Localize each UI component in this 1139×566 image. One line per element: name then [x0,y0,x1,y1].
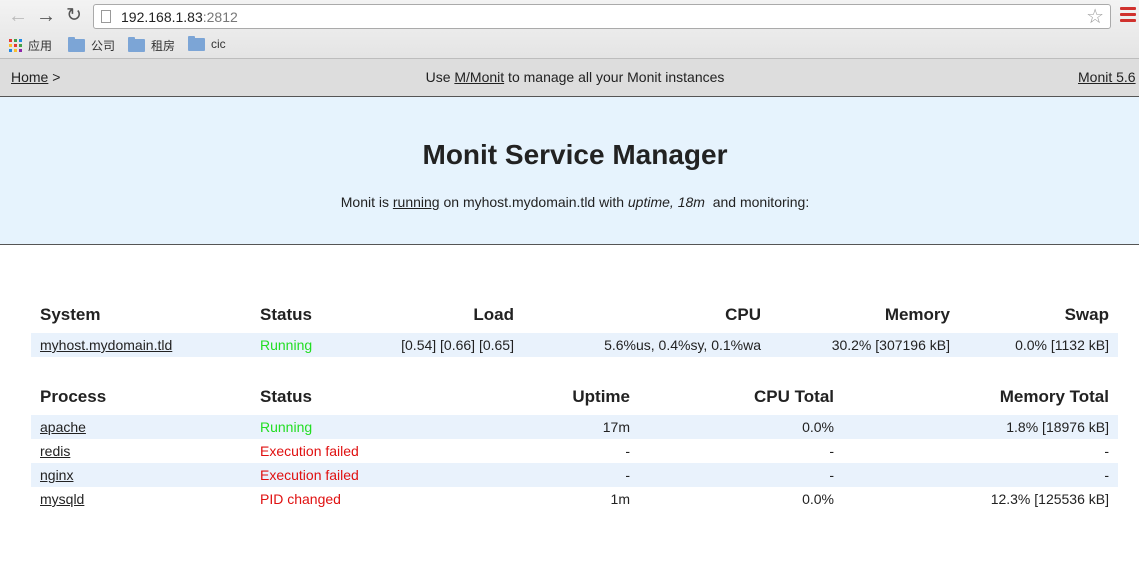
forward-arrow-icon[interactable]: → [35,5,57,27]
version-link[interactable]: Monit 5.6 [1078,69,1136,85]
column-header: Swap [1064,305,1109,324]
browser-toolbar: ← → ↻ 192.168.1.83:2812 ☆ 应用 公司 租房 cic [0,0,1139,59]
column-header: Process [40,387,107,406]
status-text: Execution failed [251,463,431,487]
table-header-row: Process Status Uptime CPU Total Memory T… [31,379,1118,415]
address-bar[interactable]: 192.168.1.83:2812 ☆ [93,4,1111,29]
folder-icon [188,35,205,51]
status-text: PID changed [260,491,341,507]
page-icon [101,10,111,23]
status-text: Running [251,333,361,357]
table-row: mysqld PID changed 1m 0.0% 12.3% [125536… [31,487,1118,511]
uptime-value: 17m [431,415,639,439]
column-header: Memory [884,305,950,324]
bookmark-folder[interactable]: 公司 [68,37,115,54]
monit-nav-bar: Home > Use M/Monit to manage all your Mo… [0,59,1139,97]
process-name-link[interactable]: mysqld [40,491,84,507]
cpu-total-value: 0.0% [802,491,834,507]
column-header: Uptime [572,387,630,406]
process-table: Process Status Uptime CPU Total Memory T… [31,379,1118,511]
table-row: myhost.mydomain.tld Running [0.54] [0.66… [31,333,1118,357]
swap-value: 0.0% [1132 kB] [959,333,1118,357]
table-header-row: System Status Load CPU Memory Swap [31,297,1118,333]
cpu-total-value: - [639,463,843,487]
page-header: Monit Service Manager Monit is running o… [0,97,1139,245]
version-link-wrap: Monit 5.6 [1078,69,1136,85]
memory-total-value: - [1104,443,1109,459]
status-text: Execution failed [260,443,359,459]
nav-mmonit-message: Use M/Monit to manage all your Monit ins… [425,69,725,85]
cpu-total-value: 0.0% [639,415,843,439]
process-name-link[interactable]: nginx [40,467,73,483]
memory-value: 30.2% [307196 kB] [770,333,959,357]
uptime-value: - [431,463,639,487]
apps-dot [19,39,22,42]
folder-icon [68,37,85,52]
folder-icon [128,37,145,52]
system-table: System Status Load CPU Memory Swap myhos… [31,297,1118,357]
load-value: [0.54] [0.66] [0.65] [361,333,523,357]
bookmark-folder[interactable]: cic [188,35,226,51]
bookmark-apps[interactable]: 应用 [9,37,52,54]
memory-total-value: - [843,463,1118,487]
uptime-value: - [625,443,630,459]
cpu-value: 5.6%us, 0.4%sy, 0.1%wa [523,333,770,357]
apps-dot [19,44,22,47]
bookmark-star-icon[interactable]: ☆ [1086,6,1104,28]
address-url[interactable]: 192.168.1.83:2812 [121,9,238,25]
table-row: apache Running 17m 0.0% 1.8% [18976 kB] [31,415,1118,439]
apps-dot [9,44,12,47]
apps-dot [9,49,12,52]
column-header: CPU Total [754,387,834,406]
apps-dot [14,49,17,52]
column-header: Status [260,387,312,406]
memory-total-value: 12.3% [125536 kB] [990,491,1109,507]
status-text: Running [251,415,431,439]
page-title: Monit Service Manager [422,139,728,170]
apps-dot [19,49,22,52]
back-arrow-icon[interactable]: ← [7,5,29,27]
bookmarks-bar: 应用 公司 租房 cic [0,34,1139,54]
column-header: System [40,305,101,324]
apps-dot [14,39,17,42]
table-row: nginx Execution failed - - - [31,463,1118,487]
menu-icon[interactable] [1120,7,1136,23]
memory-total-value: 1.8% [18976 kB] [843,415,1118,439]
uptime-value: 1m [610,491,630,507]
mmonit-link[interactable]: M/Monit [454,69,504,85]
column-header: Memory Total [999,387,1109,406]
apps-dot [9,39,12,42]
column-header: CPU [725,305,761,324]
apps-dot [14,44,17,47]
column-header: Load [473,305,514,324]
system-name-link[interactable]: myhost.mydomain.tld [40,337,172,353]
bookmark-folder[interactable]: 租房 [128,37,175,54]
column-header: Status [260,305,312,324]
table-row: redis Execution failed - - - [31,439,1118,463]
process-name-link[interactable]: redis [40,443,70,459]
cpu-total-value: - [829,443,834,459]
process-name-link[interactable]: apache [40,419,86,435]
apps-grid-icon [9,39,22,52]
running-link[interactable]: running [393,194,440,210]
reload-icon[interactable]: ↻ [63,5,85,27]
page-subtitle: Monit is running on myhost.mydomain.tld … [340,194,810,210]
